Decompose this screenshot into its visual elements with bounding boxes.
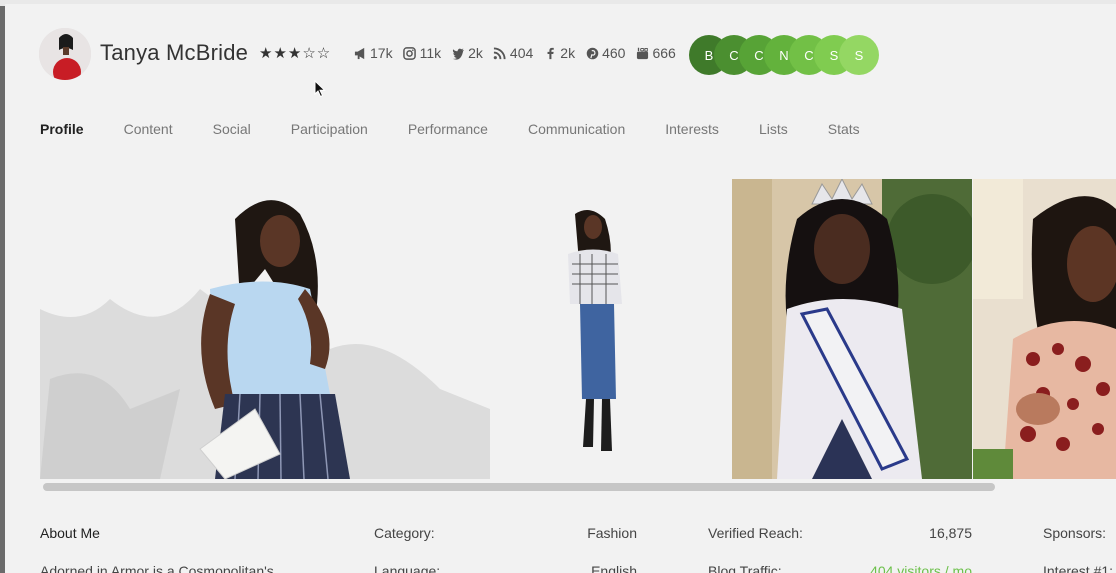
youtube-icon bbox=[635, 46, 649, 60]
stat-value: 11k bbox=[419, 45, 442, 61]
profile-name: Tanya McBride bbox=[100, 40, 249, 65]
about-me-heading: About Me bbox=[40, 525, 100, 541]
stat-value: 460 bbox=[602, 45, 626, 61]
megaphone-icon bbox=[353, 46, 367, 60]
category-label: Category: bbox=[374, 525, 435, 541]
social-stats: 17k 11k 2k 404 2k 460 666 bbox=[353, 45, 676, 61]
gallery-scrollbar[interactable] bbox=[43, 483, 995, 491]
language-label: Language: bbox=[374, 563, 441, 573]
avatar[interactable] bbox=[39, 28, 91, 80]
gallery-photo[interactable] bbox=[40, 179, 490, 479]
stat-value: 404 bbox=[509, 45, 534, 61]
photo-gallery bbox=[40, 179, 1116, 479]
tab-content[interactable]: Content bbox=[124, 121, 173, 137]
instagram-icon bbox=[403, 46, 417, 60]
about-me-text: Adorned in Armor is a Cosmopolitan's bbox=[40, 563, 274, 573]
tab-profile[interactable]: Profile bbox=[40, 121, 84, 137]
badge-letter: N bbox=[779, 47, 789, 63]
facebook-icon bbox=[543, 46, 557, 60]
stat-twitter[interactable]: 2k bbox=[451, 45, 483, 61]
badge-letter: B bbox=[704, 47, 714, 63]
pinterest-icon bbox=[585, 46, 599, 60]
badge-letter: S bbox=[854, 47, 864, 63]
tab-social[interactable]: Social bbox=[213, 121, 251, 137]
stat-reach[interactable]: 17k bbox=[353, 45, 393, 61]
blog-traffic-value[interactable]: 404 visitors / mo bbox=[845, 563, 972, 573]
tab-interests[interactable]: Interests bbox=[665, 121, 719, 137]
interest-label: Interest #1: bbox=[1043, 563, 1114, 573]
rss-icon bbox=[493, 46, 507, 60]
tab-performance[interactable]: Performance bbox=[408, 121, 488, 137]
badge-letter: C bbox=[729, 47, 739, 63]
stat-value: 17k bbox=[370, 45, 393, 61]
gallery-photo[interactable] bbox=[732, 179, 972, 479]
verified-reach-label: Verified Reach: bbox=[708, 525, 803, 541]
badge-letter: C bbox=[754, 47, 764, 63]
badge[interactable]: S bbox=[839, 35, 879, 75]
verified-reach-value: 16,875 bbox=[929, 525, 972, 541]
profile-panel: Tanya McBride ★★★☆☆ 17k 11k 2k 404 2k 46… bbox=[5, 4, 1116, 573]
badge-letter: S bbox=[829, 47, 839, 63]
twitter-icon bbox=[451, 46, 465, 60]
profile-tabs: Profile Content Social Participation Per… bbox=[40, 121, 900, 137]
stat-rss[interactable]: 404 bbox=[493, 45, 533, 61]
tab-stats[interactable]: Stats bbox=[828, 121, 860, 137]
tab-participation[interactable]: Participation bbox=[291, 121, 368, 137]
category-value: Fashion bbox=[587, 525, 637, 541]
rating-stars: ★★★☆☆ bbox=[259, 45, 332, 62]
tab-communication[interactable]: Communication bbox=[528, 121, 625, 137]
gallery-photo[interactable] bbox=[973, 179, 1116, 479]
stat-value: 2k bbox=[560, 45, 576, 61]
gallery-photo[interactable] bbox=[490, 179, 732, 479]
tab-lists[interactable]: Lists bbox=[759, 121, 788, 137]
stat-value: 666 bbox=[652, 45, 676, 61]
stat-pinterest[interactable]: 460 bbox=[585, 45, 625, 61]
stat-value: 2k bbox=[468, 45, 483, 61]
stat-youtube[interactable]: 666 bbox=[635, 45, 676, 61]
stat-facebook[interactable]: 2k bbox=[543, 45, 575, 61]
language-value: English bbox=[591, 563, 637, 573]
sponsors-label: Sponsors: bbox=[1043, 525, 1107, 541]
badge-letter: C bbox=[804, 47, 814, 63]
blog-traffic-label: Blog Traffic: bbox=[708, 563, 782, 573]
mouse-cursor-icon bbox=[314, 80, 326, 98]
stat-instagram[interactable]: 11k bbox=[403, 45, 442, 61]
